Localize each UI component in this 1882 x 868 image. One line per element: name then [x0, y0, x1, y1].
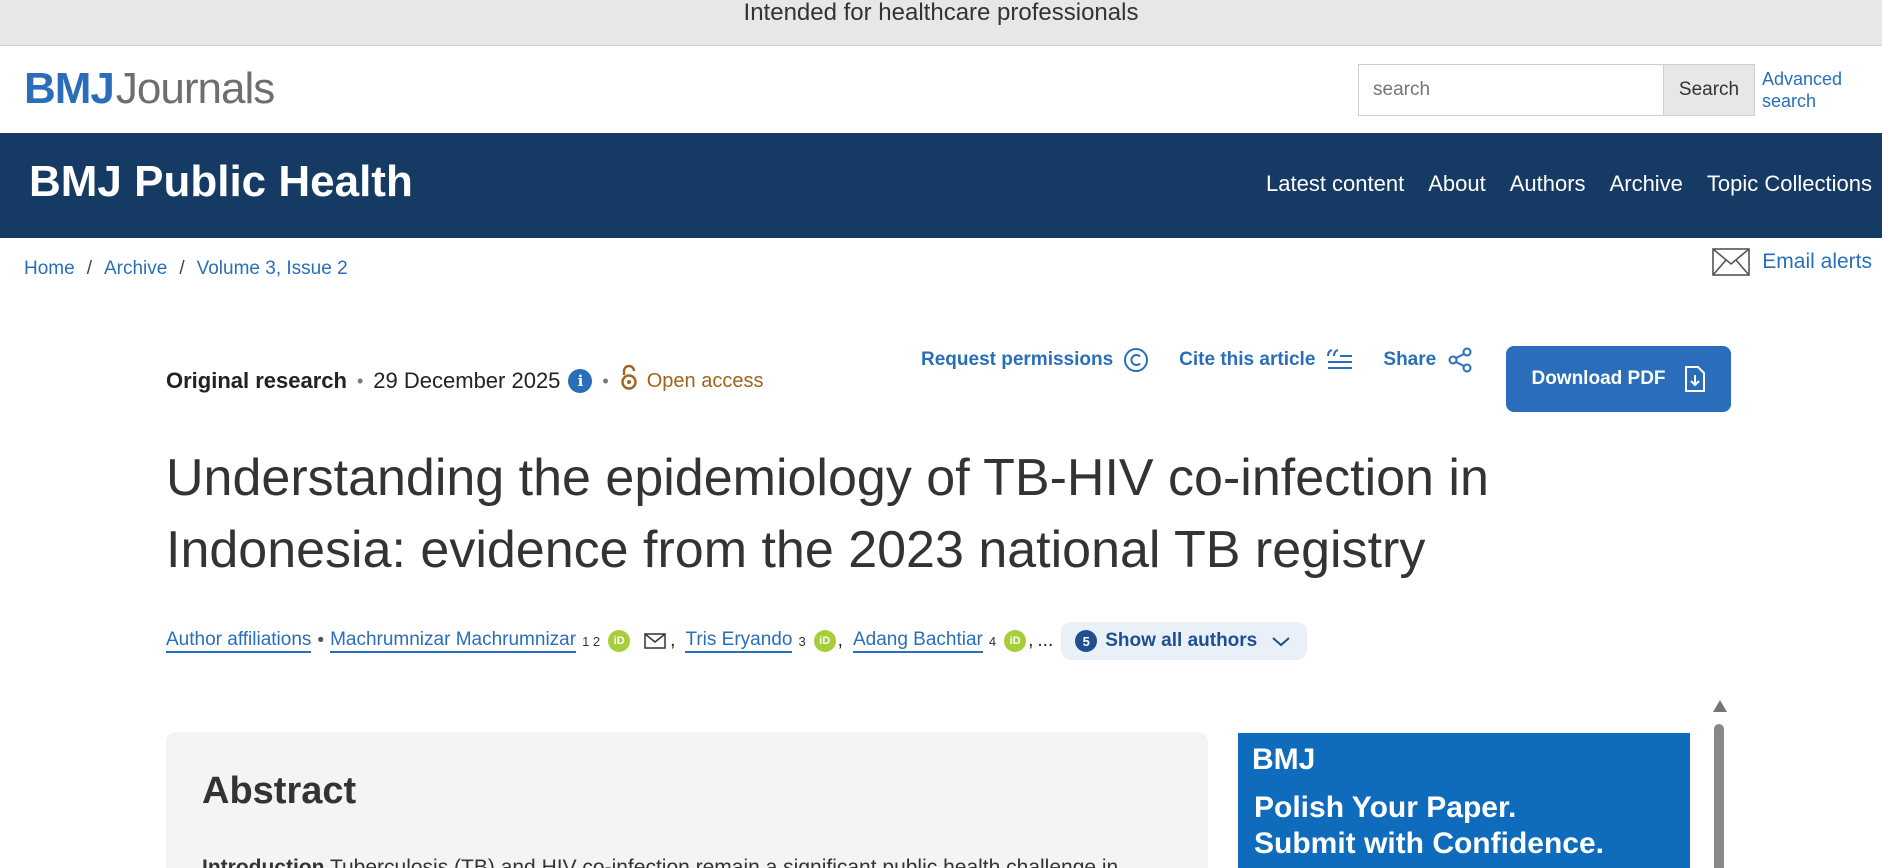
author-bullet: • [317, 630, 325, 651]
author-link[interactable]: Tris Eryando [685, 629, 793, 653]
ad-subheadline: Submit with Confidence. [1254, 827, 1604, 860]
author-ellipsis: ... [1037, 630, 1054, 651]
show-all-authors-label: Show all authors [1105, 630, 1258, 651]
copyright-icon [1124, 348, 1149, 372]
author-list: Author affiliations • Machrumnizar Machr… [166, 622, 1308, 660]
cite-article-label: Cite this article [1179, 349, 1316, 370]
cite-article-button[interactable]: Cite this article [1179, 348, 1353, 372]
author-affiliation-sup: 1 2 [582, 633, 601, 649]
meta-dot: • [356, 370, 364, 391]
abstract-heading: Abstract [202, 770, 357, 812]
quote-icon [1327, 349, 1353, 369]
share-icon [1448, 347, 1472, 373]
bmj-journals-logo[interactable]: BMJ Journals [24, 64, 275, 114]
author-affiliation-sup: 3 [798, 633, 806, 649]
orcid-icon[interactable]: iD [1004, 630, 1027, 652]
envelope-icon [1712, 248, 1751, 276]
article-title: Understanding the epidemiology of TB-HIV… [166, 449, 1489, 579]
breadcrumb-home[interactable]: Home [24, 258, 75, 280]
nav-topic-collections[interactable]: Topic Collections [1707, 171, 1872, 197]
abstract-card: Abstract Introduction Tuberculosis (TB) … [166, 732, 1208, 868]
orcid-icon[interactable]: iD [608, 630, 631, 652]
open-access-icon [619, 364, 639, 398]
logo-journals: Journals [115, 64, 275, 113]
author-comma: , [837, 630, 843, 651]
open-access-label: Open access [646, 369, 764, 392]
logo-bmj: BMJ [24, 64, 115, 113]
email-alerts-link[interactable]: Email alerts [1712, 248, 1872, 276]
article-type: Original research [166, 368, 347, 393]
abstract-intro-text: Tuberculosis (TB) and HIV co-infection r… [324, 856, 1119, 868]
breadcrumb: Home / Archive / Volume 3, Issue 2 [24, 258, 348, 280]
journal-bar: BMJ Public Health Latest content About A… [0, 133, 1882, 238]
search-button[interactable]: Search [1663, 64, 1755, 116]
nav-authors[interactable]: Authors [1510, 171, 1586, 197]
share-label: Share [1383, 349, 1437, 370]
hcp-banner-text: Intended for healthcare professionals [743, 0, 1139, 26]
download-pdf-label: Download PDF [1531, 368, 1666, 389]
ad-bmj-logo: BMJ [1252, 743, 1316, 776]
envelope-icon[interactable] [644, 633, 666, 649]
orcid-icon[interactable]: iD [813, 630, 836, 652]
author-comma: , [1028, 630, 1034, 651]
article-actions: Request permissions Cite this article Sh… [921, 346, 1504, 374]
nav-archive[interactable]: Archive [1610, 171, 1683, 197]
publication-date: 29 December 2025 [373, 368, 561, 393]
breadcrumb-archive[interactable]: Archive [104, 258, 167, 280]
author-link[interactable]: Adang Bachtiar [852, 629, 983, 653]
ad-headline: Polish Your Paper. [1254, 791, 1517, 824]
share-button[interactable]: Share [1383, 346, 1474, 374]
author-count-badge: 5 [1075, 630, 1098, 652]
advertisement-banner[interactable]: BMJ Polish Your Paper. Submit with Confi… [1238, 733, 1690, 868]
scrollbar[interactable] [1711, 700, 1727, 868]
info-icon[interactable]: i [568, 369, 593, 393]
show-all-authors-button[interactable]: 5 Show all authors [1061, 622, 1308, 660]
request-permissions-label: Request permissions [921, 349, 1114, 370]
journal-nav: Latest content About Authors Archive Top… [1242, 171, 1872, 197]
request-permissions-button[interactable]: Request permissions [921, 347, 1149, 373]
breadcrumb-separator: / [86, 258, 92, 279]
abstract-introduction: Introduction Tuberculosis (TB) and HIV c… [202, 856, 1172, 868]
author-affiliations-link[interactable]: Author affiliations [166, 629, 312, 653]
author-link[interactable]: Machrumnizar Machrumnizar [330, 629, 577, 653]
author-comma: , [670, 630, 676, 651]
journal-title[interactable]: BMJ Public Health [29, 157, 413, 207]
nav-about[interactable]: About [1428, 171, 1486, 197]
advanced-search-link[interactable]: Advanced search [1762, 68, 1862, 112]
nav-latest-content[interactable]: Latest content [1266, 171, 1404, 197]
meta-dot: • [602, 370, 609, 391]
chevron-down-icon [1272, 637, 1290, 647]
email-alerts-label: Email alerts [1762, 250, 1872, 273]
download-pdf-button[interactable]: Download PDF [1506, 346, 1731, 412]
scrollbar-thumb[interactable] [1714, 724, 1724, 868]
file-download-icon [1684, 366, 1705, 392]
author-affiliation-sup: 4 [988, 633, 997, 649]
abstract-intro-label: Introduction [202, 856, 325, 868]
breadcrumb-issue[interactable]: Volume 3, Issue 2 [197, 258, 348, 280]
masthead: BMJ Journals Search Advanced search [0, 46, 1882, 133]
search-input[interactable] [1358, 64, 1664, 116]
article-meta: Original research • 29 December 2025 i •… [166, 364, 763, 398]
breadcrumb-separator: / [179, 258, 185, 279]
scroll-up-arrow-icon[interactable] [1713, 700, 1727, 712]
hcp-banner: Intended for healthcare professionals [0, 0, 1882, 46]
